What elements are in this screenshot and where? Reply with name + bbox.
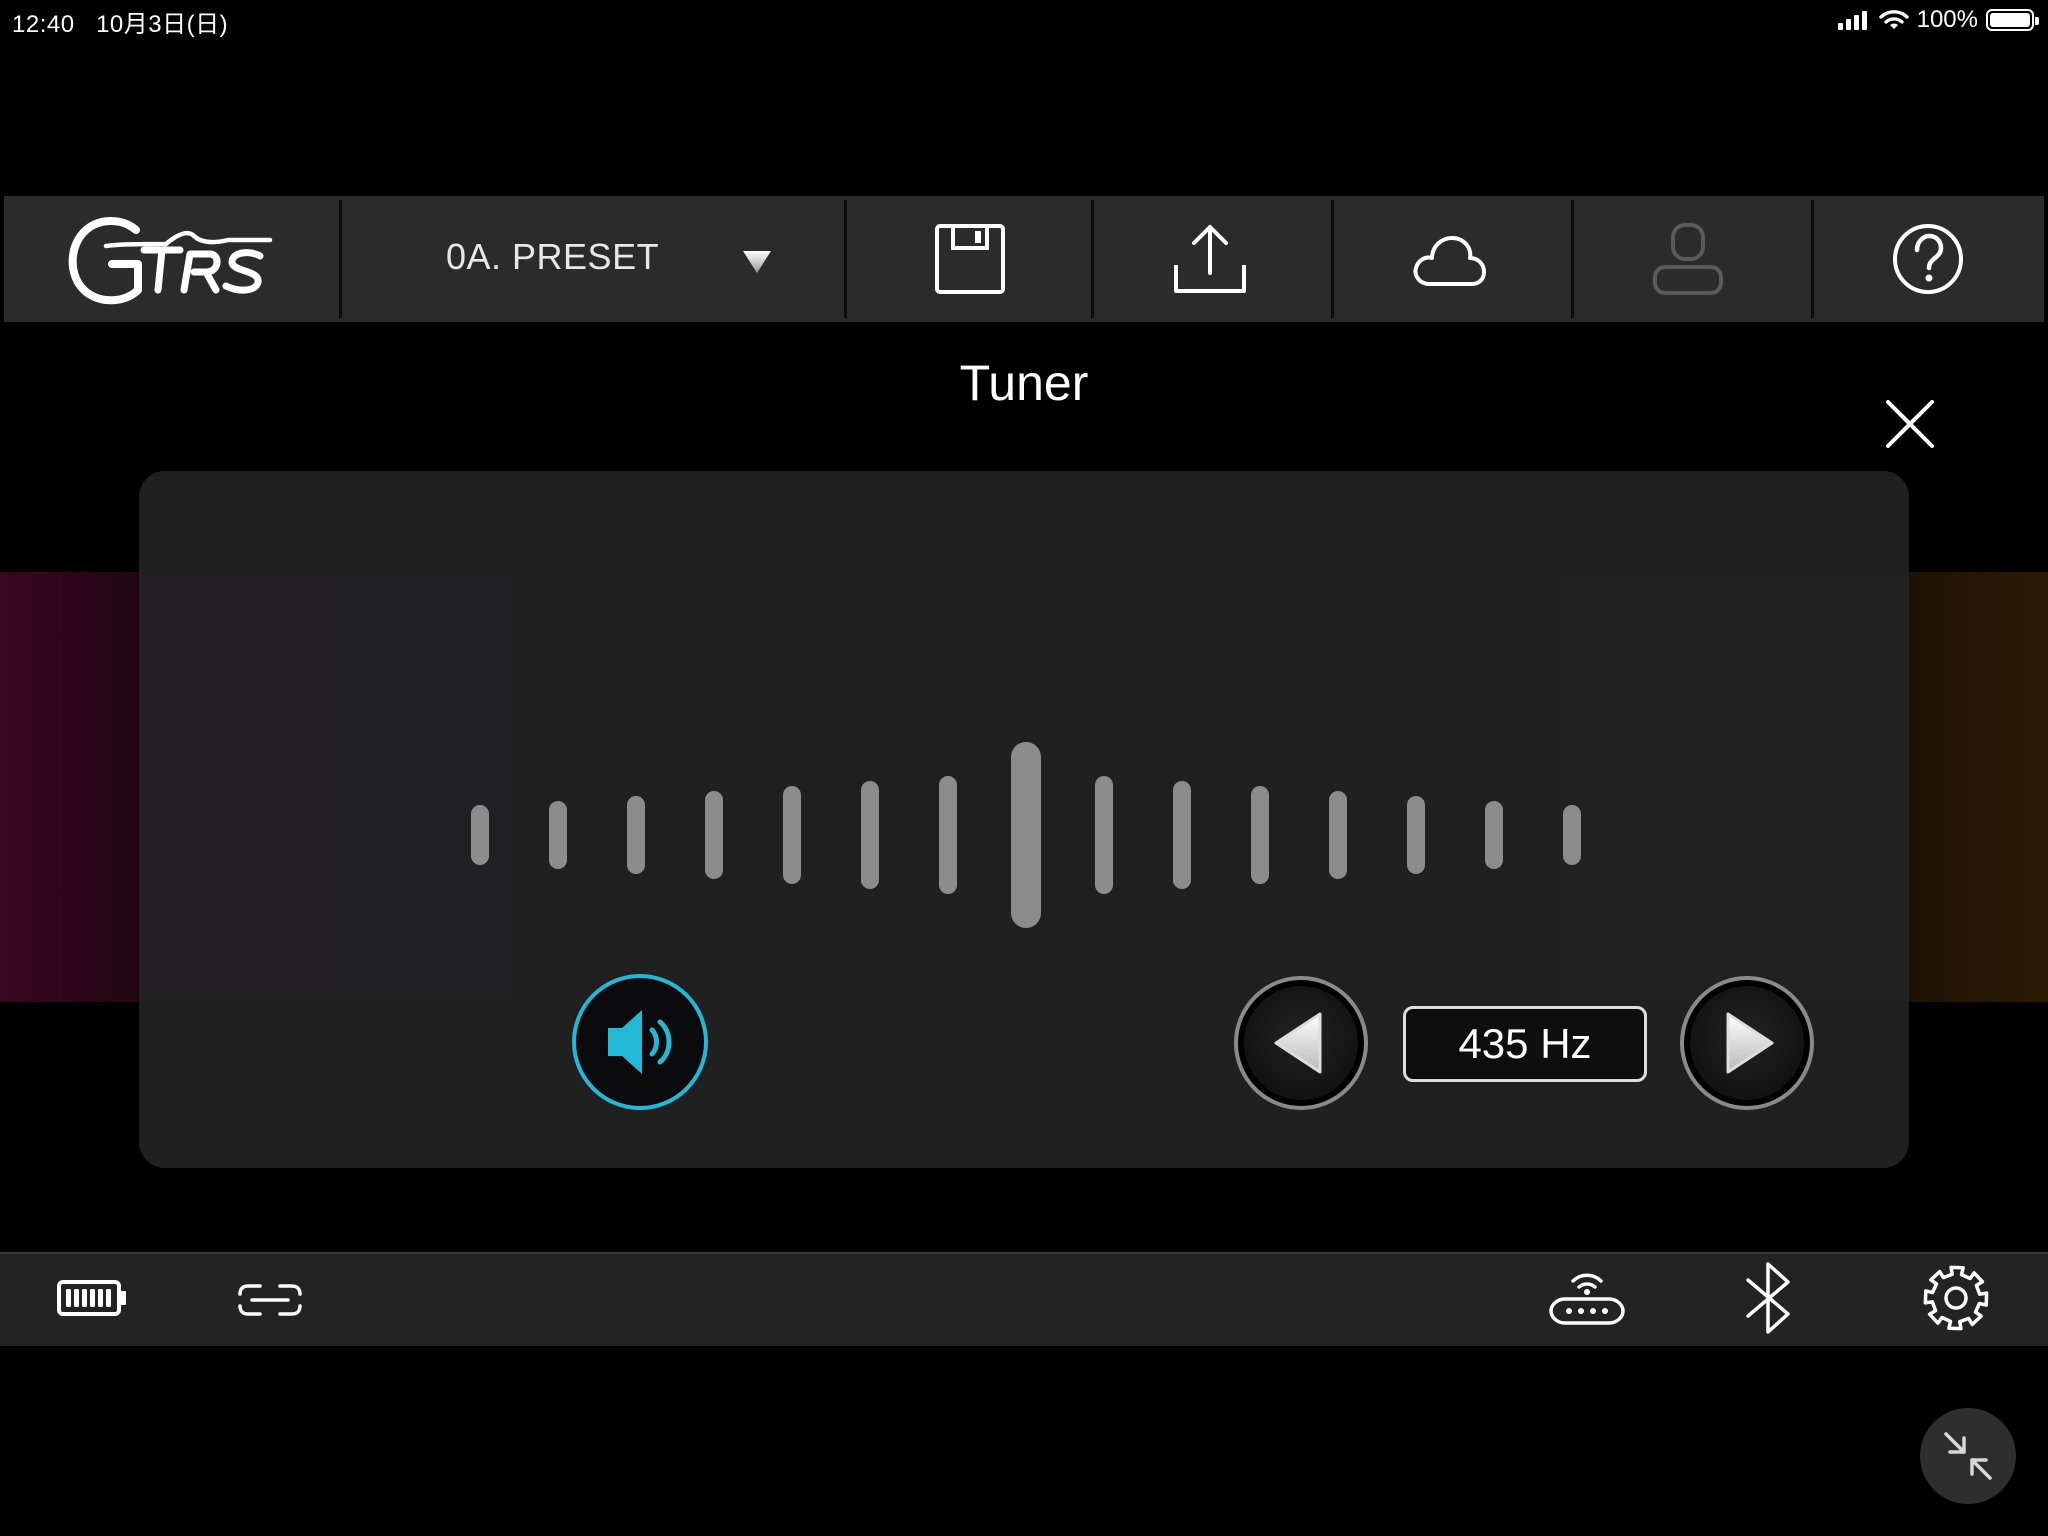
help-button[interactable] — [1880, 214, 1976, 304]
collapse-arrows-icon — [1944, 1432, 1992, 1480]
cloud-button[interactable] — [1400, 220, 1500, 300]
gtrs-logo-icon — [68, 217, 273, 305]
tuning-bar — [1407, 796, 1425, 874]
reference-frequency: 435 Hz — [1403, 1006, 1647, 1082]
tuning-bar — [861, 781, 879, 889]
save-icon — [935, 224, 1005, 294]
tuning-bar — [549, 801, 567, 869]
tuning-bar — [1251, 786, 1269, 884]
triangle-left-icon — [1274, 1012, 1322, 1074]
preset-name[interactable]: 0A. PRESET — [446, 236, 659, 278]
status-battery-icon — [1986, 9, 2039, 31]
toolbar-divider — [1571, 200, 1574, 318]
tuning-bar — [783, 786, 801, 884]
cloud-icon — [1413, 236, 1486, 286]
settings-button[interactable] — [1914, 1256, 1998, 1340]
router-icon — [1549, 1273, 1625, 1325]
tuning-bar — [1173, 781, 1191, 889]
tuner-title: Tuner — [959, 355, 1089, 411]
gtrs-logo[interactable] — [60, 210, 280, 310]
wifi-icon — [1878, 10, 1909, 29]
toolbar-divider — [844, 200, 847, 318]
tuning-bar-center — [1011, 742, 1041, 928]
bluetooth-button[interactable] — [1730, 1256, 1810, 1340]
tuning-bar — [1485, 801, 1503, 869]
tuning-bar — [1563, 805, 1581, 865]
help-icon — [1893, 224, 1963, 294]
toolbar-divider — [1091, 200, 1094, 318]
status-indicators: 100% — [1837, 4, 2039, 36]
battery-percent: 100% — [1916, 6, 1978, 33]
save-button[interactable] — [922, 216, 1018, 302]
user-icon — [1653, 223, 1723, 295]
status-time-date: 12:40 10月3日(日) — [12, 4, 228, 39]
link-button[interactable] — [230, 1270, 310, 1330]
tuning-bar — [1095, 776, 1113, 894]
upload-button[interactable] — [1162, 216, 1258, 302]
triangle-right-icon — [1726, 1012, 1774, 1074]
minimize-button[interactable] — [1920, 1408, 2016, 1504]
tuning-bar — [939, 776, 957, 894]
toolbar-divider — [1331, 200, 1334, 318]
gear-outline — [1923, 1265, 1989, 1331]
sound-toggle-button[interactable] — [572, 974, 708, 1110]
tuning-bar — [705, 791, 723, 879]
speaker-icon — [608, 1010, 672, 1074]
tuning-indicator — [471, 742, 1581, 928]
upload-icon — [1174, 225, 1246, 293]
tuning-bar — [1329, 791, 1347, 879]
tuning-bar — [471, 805, 489, 865]
preset-dropdown-icon[interactable] — [740, 246, 774, 276]
top-toolbar — [4, 196, 2044, 322]
gear-icon — [1923, 1265, 1989, 1331]
router-button[interactable] — [1542, 1262, 1632, 1332]
frequency-down-button[interactable] — [1234, 976, 1368, 1110]
toolbar-divider — [1811, 200, 1814, 318]
frequency-up-button[interactable] — [1680, 976, 1814, 1110]
battery-icon — [57, 1280, 126, 1316]
signal-icon — [1837, 11, 1867, 30]
close-icon[interactable] — [1880, 394, 1940, 454]
link-icon — [238, 1284, 302, 1316]
toolbar-divider — [339, 200, 342, 318]
bluetooth-icon — [1746, 1262, 1790, 1334]
status-time: 12:40 — [12, 11, 75, 38]
user-button[interactable] — [1640, 216, 1736, 302]
tuning-bar — [627, 796, 645, 874]
device-battery-button[interactable] — [52, 1268, 132, 1328]
status-date: 10月3日(日) — [96, 11, 229, 38]
gear-hub — [1944, 1286, 1968, 1310]
